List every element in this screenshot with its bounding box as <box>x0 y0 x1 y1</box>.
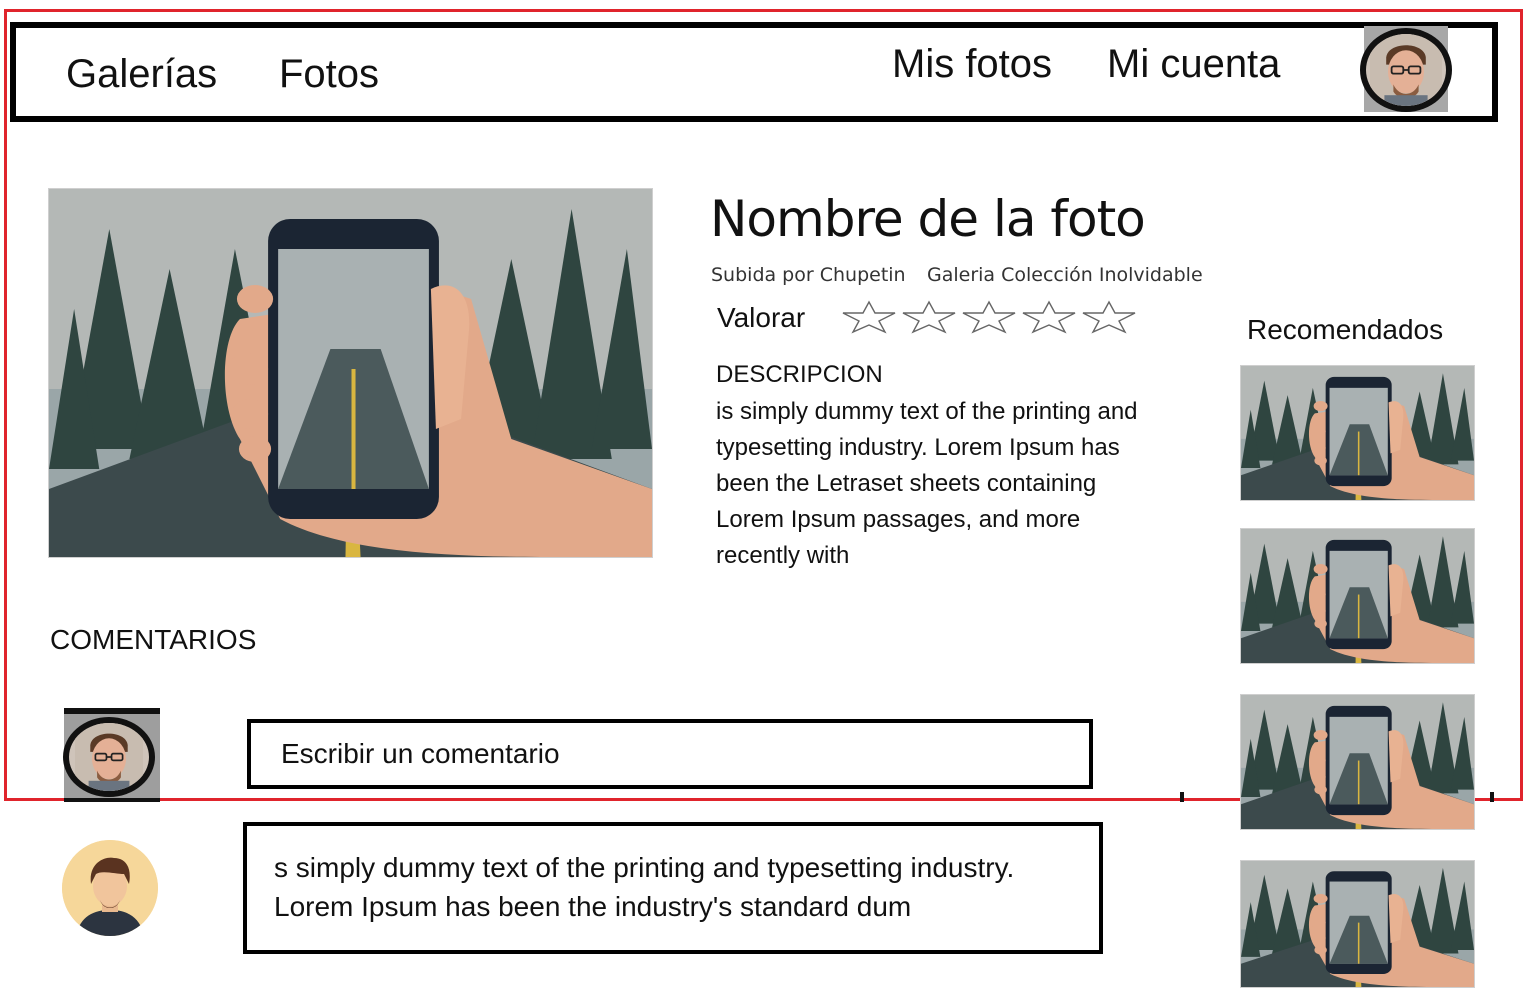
recommended-thumbnail[interactable] <box>1240 860 1475 988</box>
nav-link-mi-cuenta[interactable]: Mi cuenta <box>1107 44 1280 84</box>
user-avatar-icon[interactable] <box>1360 28 1452 112</box>
frame-marker <box>1490 792 1494 802</box>
comment-card: s simply dummy text of the printing and … <box>243 822 1103 954</box>
nav-link-galerias[interactable]: Galerías <box>66 54 217 94</box>
comment-input-box[interactable] <box>247 719 1093 789</box>
comment-input[interactable] <box>251 723 1089 785</box>
recommended-thumbnail[interactable] <box>1240 694 1475 830</box>
nav-link-fotos[interactable]: Fotos <box>279 54 379 94</box>
rating-stars[interactable] <box>840 300 1138 334</box>
photo-title: Nombre de la foto <box>710 190 1146 248</box>
nav-link-mis-fotos[interactable]: Mis fotos <box>892 44 1052 84</box>
uploaded-by-text[interactable]: Subida por Chupetin <box>711 264 906 286</box>
gallery-name-text[interactable]: Galeria Colección Inolvidable <box>927 264 1203 286</box>
commenter-avatar-icon <box>62 840 158 936</box>
recommended-thumbnail[interactable] <box>1240 365 1475 501</box>
recommended-thumbnail[interactable] <box>1240 528 1475 664</box>
star-icon[interactable] <box>840 300 898 334</box>
main-photo <box>48 188 653 558</box>
star-icon[interactable] <box>960 300 1018 334</box>
comment-text: s simply dummy text of the printing and … <box>274 852 1015 922</box>
rate-label: Valorar <box>717 302 806 333</box>
current-user-avatar <box>63 717 155 797</box>
star-icon[interactable] <box>1020 300 1078 334</box>
comments-heading: COMENTARIOS <box>50 624 257 655</box>
star-icon[interactable] <box>900 300 958 334</box>
description-text: is simply dummy text of the printing and… <box>716 398 1138 569</box>
recommended-title: Recomendados <box>1247 314 1444 345</box>
description-heading: DESCRIPCION <box>716 361 883 388</box>
frame-marker <box>1180 792 1184 802</box>
star-icon[interactable] <box>1080 300 1138 334</box>
